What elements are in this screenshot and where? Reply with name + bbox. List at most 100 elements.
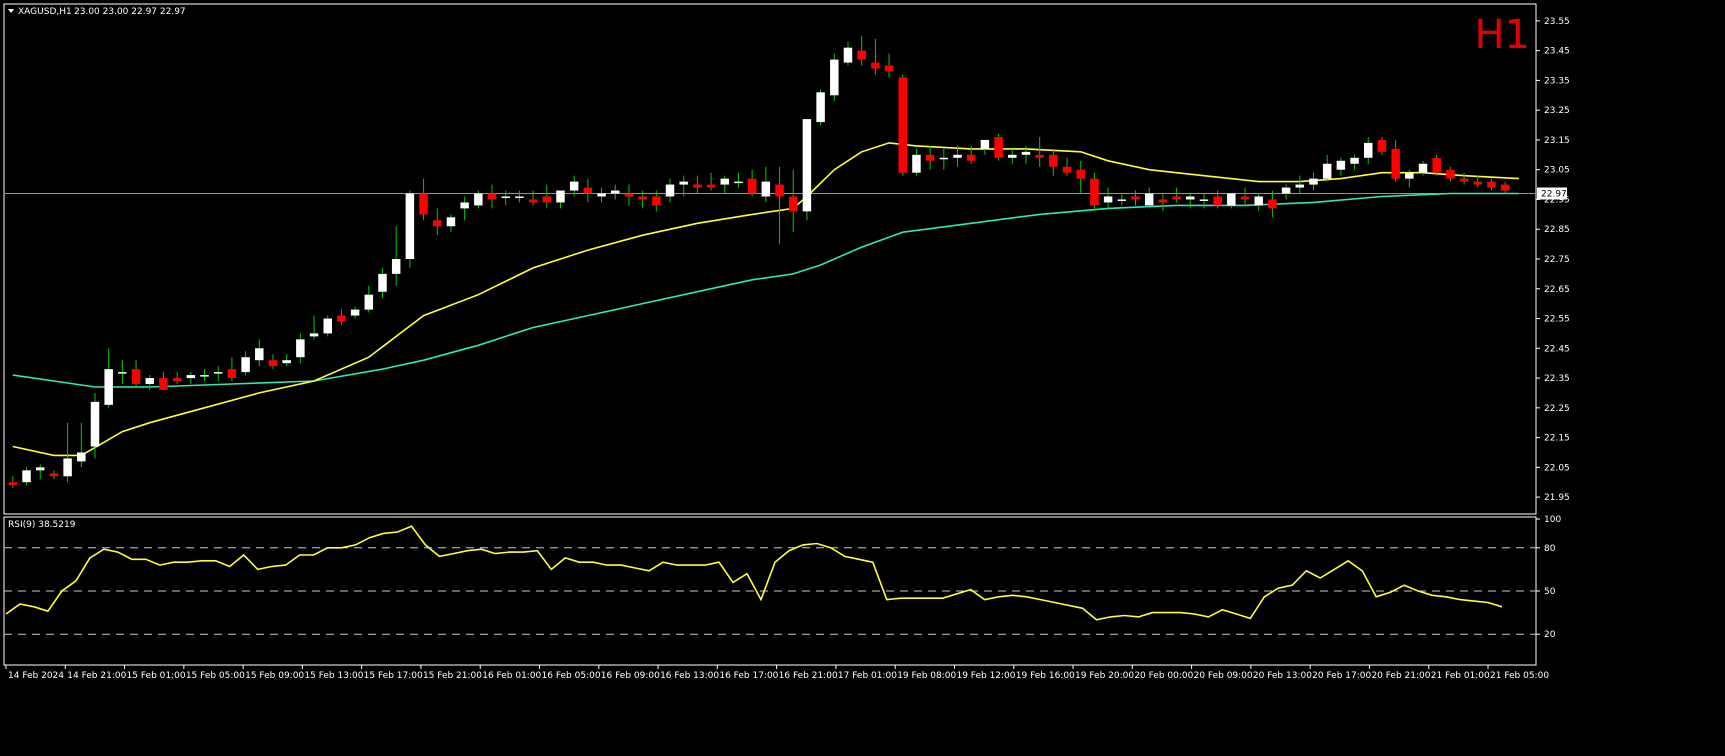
candle-body-bull <box>22 470 31 483</box>
rsi-tick-label: 20 <box>1544 630 1556 640</box>
candle <box>583 178 593 203</box>
candle-body-bear <box>1049 154 1058 167</box>
rsi-levels <box>4 547 1536 635</box>
candle-body-bull <box>405 193 415 259</box>
candle-body-bear <box>1076 169 1085 179</box>
time-tick-label: 20 Feb 09:00 <box>1194 671 1253 681</box>
candle <box>337 309 346 325</box>
candle <box>1240 187 1250 206</box>
time-axis[interactable]: 14 Feb 2024 14 Feb 21:00 15 Feb 01:00 15 Fe… <box>5 665 1549 681</box>
candle <box>1172 187 1181 203</box>
candle-body-bear <box>337 315 346 322</box>
candle-body-bull <box>1008 154 1017 158</box>
candle <box>1446 166 1455 182</box>
candle <box>241 351 250 376</box>
candle-body-bull <box>282 360 291 364</box>
candle-body-bull <box>309 333 319 337</box>
candle-body-bear <box>419 193 428 215</box>
candle-body-bull <box>1295 184 1305 188</box>
candle-body-bull <box>77 452 86 462</box>
candle <box>857 35 866 66</box>
candle <box>747 169 757 197</box>
candle <box>35 464 45 480</box>
candle-body-bear <box>1446 169 1455 179</box>
price-tick-label: 23.35 <box>1544 76 1570 86</box>
price-tick-label: 22.85 <box>1544 225 1570 235</box>
candle <box>1158 193 1168 212</box>
price-axis[interactable]: 23.5523.4523.3523.2523.1523.0522.9522.85… <box>1536 17 1570 503</box>
candle-body-bull <box>323 318 332 334</box>
candle-body-bull <box>1103 196 1113 203</box>
rsi-pane[interactable]: 100 80 50 20 RSI(9) 38.5219 <box>3 515 1561 666</box>
candle-body-bear <box>1459 178 1469 182</box>
candle <box>501 190 510 206</box>
time-tick-label: 15 Feb 09:00 <box>245 671 304 681</box>
candle <box>255 339 264 367</box>
candle-body-bear <box>1035 154 1044 158</box>
candle <box>1432 154 1441 176</box>
time-tick-label: 16 Feb 05:00 <box>542 671 601 681</box>
candle <box>1309 172 1318 191</box>
time-tick-label: 21 Feb 05:00 <box>1490 671 1549 681</box>
candle <box>227 357 237 382</box>
candle-body-bear <box>159 378 168 390</box>
candle <box>487 184 497 209</box>
candle <box>378 267 387 298</box>
candle <box>419 178 428 221</box>
candle <box>405 190 415 268</box>
candle <box>734 172 743 188</box>
candle-body-bear <box>624 193 634 197</box>
time-tick-label: 16 Feb 17:00 <box>719 671 778 681</box>
candle <box>104 348 113 408</box>
candle-body-bull <box>460 202 469 209</box>
candle <box>309 315 319 340</box>
candle-body-bull <box>1364 142 1373 158</box>
candle <box>1144 187 1154 209</box>
candle-body-bear <box>583 187 593 194</box>
candle <box>980 139 990 155</box>
candle-body-bull <box>734 181 743 184</box>
rsi-axis[interactable]: 100 80 50 20 <box>1536 515 1561 640</box>
price-tick-label: 22.15 <box>1544 434 1570 444</box>
trading-chart[interactable]: 23.5523.4523.3523.2523.1523.0522.9522.85… <box>0 0 1725 756</box>
candle-body-bear <box>1090 178 1099 206</box>
candle-body-bull <box>1186 196 1195 200</box>
time-tick-label: 16 Feb 01:00 <box>482 671 541 681</box>
candle-body-bull <box>90 401 100 447</box>
candle <box>1364 136 1373 164</box>
candle <box>1500 181 1510 194</box>
candle-body-bear <box>706 184 716 188</box>
candle-body-bull <box>1144 193 1154 206</box>
candle <box>1090 172 1099 212</box>
candle <box>871 38 880 75</box>
candle-body-bull <box>569 181 579 191</box>
candle-body-bull <box>843 47 853 63</box>
candle-body-bull <box>145 378 154 385</box>
candle <box>761 166 771 203</box>
price-tick-label: 22.35 <box>1544 374 1570 384</box>
candle <box>186 372 196 385</box>
time-tick-label: 20 Feb 13:00 <box>1253 671 1312 681</box>
candle <box>172 372 182 385</box>
candle-body-bull <box>378 273 387 292</box>
candle <box>391 226 401 286</box>
candle <box>1473 175 1483 188</box>
candle-body-bull <box>939 157 949 160</box>
candle-body-bull <box>1254 196 1263 206</box>
time-tick-label: 15 Feb 05:00 <box>186 671 245 681</box>
candle <box>775 166 784 245</box>
price-pane[interactable]: 23.5523.4523.3523.2523.1523.0522.9522.85… <box>3 3 1570 515</box>
ma-slow-polyline <box>12 192 1519 388</box>
current-price-label: 22.97 <box>1541 190 1567 200</box>
candle <box>1062 157 1072 176</box>
candle <box>1487 178 1496 191</box>
candle-body-bear <box>1487 181 1496 188</box>
time-tick-label: 20 Feb 17:00 <box>1312 671 1371 681</box>
candle <box>1131 190 1140 206</box>
candle-body-bear <box>1062 166 1072 173</box>
candle <box>912 148 921 176</box>
price-tick-label: 22.75 <box>1544 255 1570 265</box>
candle-body-bull <box>350 309 360 316</box>
dropdown-triangle-icon[interactable] <box>8 9 14 13</box>
candle-body-bull <box>1117 199 1127 201</box>
